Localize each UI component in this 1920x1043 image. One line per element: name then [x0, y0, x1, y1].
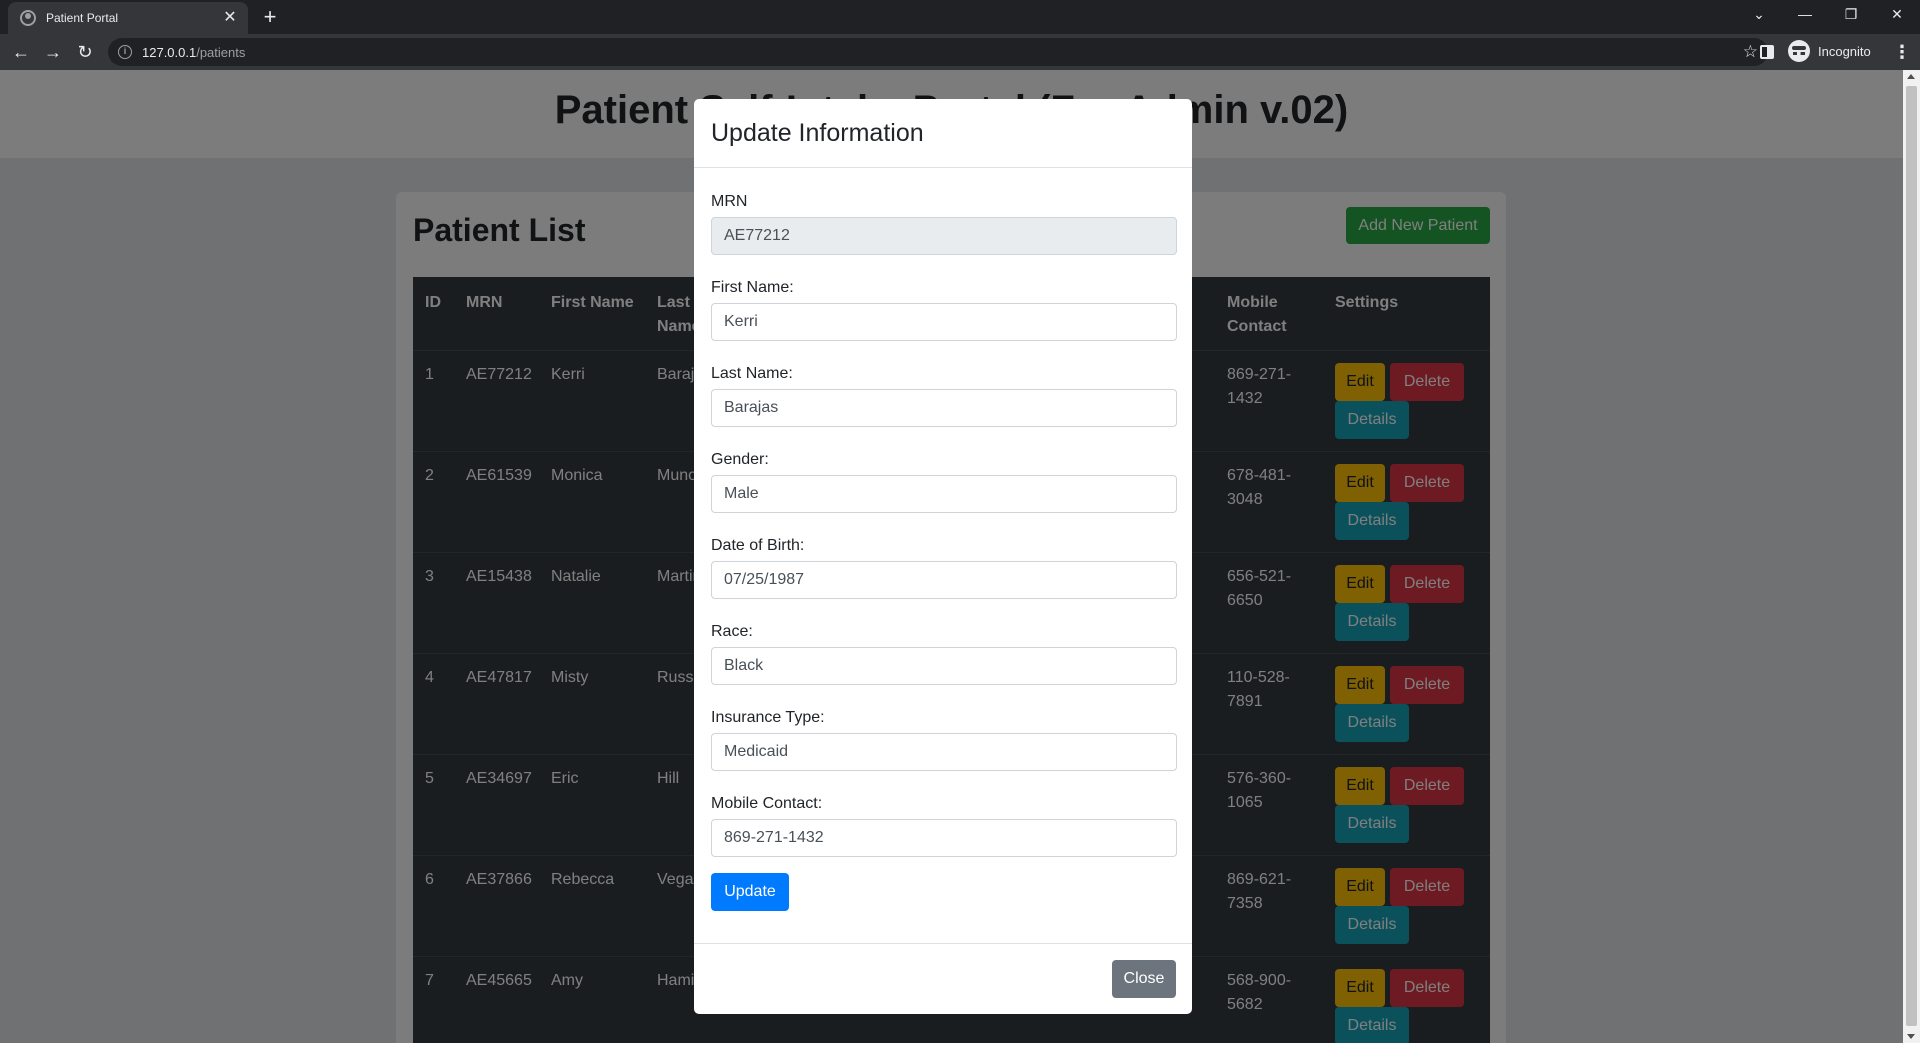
browser-tab-strip: Patient Portal ✕ + ⌄ — ❐ ✕: [0, 0, 1920, 34]
address-bar[interactable]: i 127.0.0.1/patients ☆: [108, 38, 1768, 66]
tab-search-icon[interactable]: ⌄: [1744, 4, 1774, 24]
race-field[interactable]: Black: [711, 647, 1177, 685]
mobile-contact-field[interactable]: 869-271-1432: [711, 819, 1177, 857]
race-label: Race:: [711, 623, 753, 640]
mobile-contact-label: Mobile Contact:: [711, 795, 823, 812]
first-name-label: First Name:: [711, 279, 794, 296]
gender-field[interactable]: Male: [711, 475, 1177, 513]
dob-label: Date of Birth:: [711, 537, 805, 554]
incognito-icon: [1788, 40, 1810, 62]
forward-arrow-icon[interactable]: →: [42, 42, 64, 62]
mrn-field: AE77212: [711, 217, 1177, 255]
browser-toolbar: ← → ↻ i 127.0.0.1/patients ☆ Incognito ⋮: [0, 34, 1920, 70]
dob-field[interactable]: 07/25/1987: [711, 561, 1177, 599]
update-information-modal: Update Information MRN AE77212 First Nam…: [694, 99, 1192, 1014]
modal-title: Update Information: [711, 119, 924, 147]
globe-icon: [20, 10, 36, 26]
browser-tab[interactable]: Patient Portal ✕: [8, 2, 248, 34]
browser-menu-icon[interactable]: ⋮: [1893, 42, 1911, 62]
url-host: 127.0.0.1: [142, 44, 197, 60]
last-name-field[interactable]: Barajas: [711, 389, 1177, 427]
page-viewport: Patient Self-Intake Portal (For Admin v.…: [0, 70, 1920, 1043]
last-name-label: Last Name:: [711, 365, 793, 382]
new-tab-button[interactable]: +: [258, 6, 282, 28]
incognito-label: Incognito: [1818, 43, 1871, 59]
insurance-type-field[interactable]: Medicaid: [711, 733, 1177, 771]
back-arrow-icon[interactable]: ←: [10, 42, 32, 62]
tab-title: Patient Portal: [46, 11, 119, 25]
tab-close-icon[interactable]: ✕: [222, 10, 238, 26]
incognito-profile[interactable]: Incognito: [1788, 40, 1871, 62]
insurance-type-label: Insurance Type:: [711, 709, 825, 726]
scroll-down-arrow-icon[interactable]: [1907, 1034, 1915, 1039]
reload-icon[interactable]: ↻: [74, 42, 96, 62]
close-button[interactable]: Close: [1112, 960, 1176, 998]
modal-header: Update Information: [694, 99, 1192, 168]
bookmark-star-icon[interactable]: ☆: [1743, 42, 1758, 62]
modal-footer: Close: [694, 943, 1192, 1014]
scroll-up-arrow-icon[interactable]: [1907, 74, 1915, 79]
side-panel-icon[interactable]: [1760, 45, 1774, 59]
gender-label: Gender:: [711, 451, 769, 468]
first-name-field[interactable]: Kerri: [711, 303, 1177, 341]
minimize-button[interactable]: —: [1790, 4, 1820, 24]
update-button[interactable]: Update: [711, 873, 789, 911]
window-close-button[interactable]: ✕: [1882, 4, 1912, 24]
scrollbar-thumb[interactable]: [1906, 86, 1917, 1026]
site-info-icon[interactable]: i: [118, 45, 132, 59]
url-path: /patients: [196, 44, 246, 60]
mrn-label: MRN: [711, 193, 748, 210]
restore-button[interactable]: ❐: [1836, 4, 1866, 24]
page-scrollbar[interactable]: [1903, 70, 1920, 1043]
